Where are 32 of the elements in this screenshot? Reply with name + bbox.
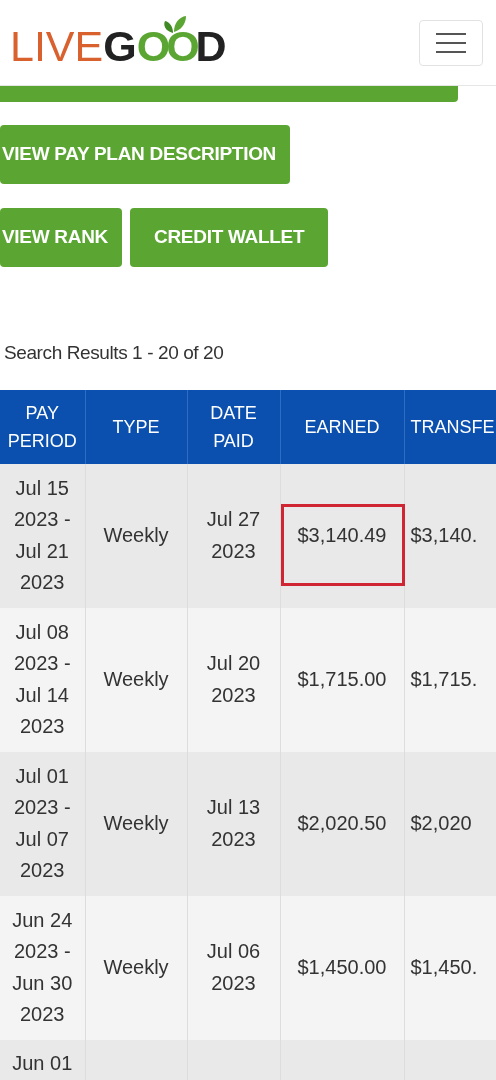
table-cell: Jun 24 2023 - Jun 30 2023 bbox=[12, 908, 73, 1025]
table-cell: $2,020.50 bbox=[297, 811, 387, 834]
table-cell: Weekly bbox=[103, 523, 169, 546]
table-cell: $3,140. bbox=[410, 523, 478, 546]
action-button[interactable]: VIEW RANK bbox=[0, 208, 123, 267]
column-header: EARNED bbox=[280, 389, 404, 464]
table-cell: Jul 20 2023 bbox=[206, 652, 261, 706]
column-header: DATE PAID bbox=[187, 389, 280, 464]
table-cell: Jul 15 2023 - Jul 21 2023 bbox=[13, 476, 71, 593]
table-cell: $1,715. bbox=[410, 667, 478, 690]
table-cell: $3,140.49 bbox=[297, 523, 387, 546]
action-button[interactable]: CREDIT WALLET bbox=[130, 208, 329, 267]
table-cell: Jul 13 2023 bbox=[206, 796, 261, 850]
table-cell: Jul 27 2023 bbox=[206, 508, 261, 562]
table-cell: Jun 01 bbox=[12, 1051, 73, 1074]
column-header: PAY PERIOD bbox=[0, 389, 85, 464]
column-header: TRANSFE bbox=[404, 389, 496, 464]
results-summary: Search Results 1 - 20 of 20 bbox=[4, 341, 225, 365]
table-cell: $1,450.00 bbox=[297, 955, 387, 978]
logo[interactable]: LIVEGOOD bbox=[10, 17, 227, 68]
table-cell: $1,450. bbox=[410, 955, 478, 978]
table-cell: Jul 08 2023 - Jul 14 2023 bbox=[13, 620, 71, 737]
table-cell: $1,715.00 bbox=[297, 667, 387, 690]
action-button[interactable]: VIEW PAY PLAN DESCRIPTION bbox=[0, 125, 291, 184]
table-cell: Jul 01 2023 - Jul 07 2023 bbox=[13, 764, 71, 881]
table-cell: Jul 06 2023 bbox=[206, 940, 261, 994]
table-cell: Weekly bbox=[103, 667, 169, 690]
table-cell: Weekly bbox=[103, 955, 169, 978]
column-header: TYPE bbox=[85, 389, 187, 464]
table-cell: Weekly bbox=[103, 811, 169, 834]
table-cell: $2,020 bbox=[410, 811, 472, 834]
menu-button[interactable] bbox=[419, 19, 483, 66]
